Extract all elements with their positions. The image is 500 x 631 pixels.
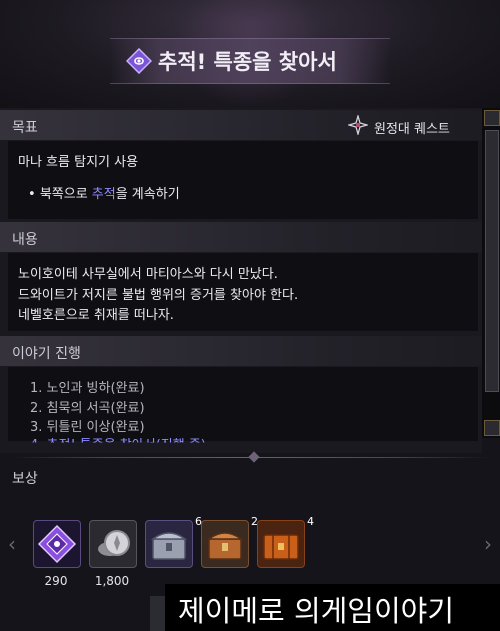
reward-slot[interactable]: 6 <box>145 515 202 568</box>
objective-heading: 목표 <box>12 120 38 136</box>
reward-count: 4 <box>307 515 314 528</box>
story-item: 2. 침묵의 서곡(완료) <box>30 401 145 416</box>
objective-sub-highlight: 추적 <box>91 187 116 202</box>
content-heading: 내용 <box>12 232 38 248</box>
objective-main: 마나 흐름 탐지기 사용 <box>18 155 139 170</box>
scrollbar[interactable] <box>482 108 500 438</box>
story-item: 3. 뒤틀린 이상(완료) <box>30 420 145 435</box>
objective-sub-prefix: 북쪽으로 <box>39 187 92 202</box>
quest-type-label: 원정대 퀘스트 <box>374 122 450 137</box>
content-line: 드와이트가 저지른 불법 행위의 증거를 찾아야 한다. <box>18 288 299 303</box>
rewards-heading: 보상 <box>12 471 38 487</box>
rewards-next-arrow[interactable]: › <box>484 532 492 556</box>
scroll-up-button[interactable] <box>484 110 500 126</box>
reward-slot[interactable] <box>89 520 137 568</box>
reward-value: 1,800 <box>94 574 130 588</box>
bullet: • <box>28 187 40 202</box>
reward-slot[interactable]: 4 <box>257 515 314 568</box>
content-section-header <box>0 222 482 252</box>
story-item: 1. 노인과 빙하(완료) <box>30 381 145 396</box>
quest-title: 추적! 특종을 찾아서 <box>158 50 337 74</box>
orange-chest-icon <box>263 534 299 560</box>
reward-slot[interactable] <box>33 520 81 568</box>
rewards-prev-arrow[interactable]: ‹ <box>8 532 16 556</box>
watermark-text: 제이메로 의게임이야기 <box>178 594 455 628</box>
objective-sub-suffix: 을 계속하기 <box>115 187 180 202</box>
reward-value: 290 <box>44 574 68 588</box>
scroll-thumb[interactable] <box>485 130 499 392</box>
bronze-chest-icon <box>206 532 244 560</box>
expedition-quest-icon <box>348 115 368 135</box>
content-line: 네벨호른으로 취재를 떠나자. <box>18 308 174 323</box>
silver-chest-icon <box>150 532 188 560</box>
quest-diamond-icon <box>126 48 152 74</box>
scroll-down-button[interactable] <box>484 420 500 436</box>
story-heading: 이야기 진행 <box>12 346 81 362</box>
divider-ornament <box>248 451 260 463</box>
content-line: 노이호이테 사무실에서 마티아스와 다시 만났다. <box>18 267 278 282</box>
silver-coin-icon <box>98 530 130 556</box>
reward-slot[interactable]: 2 <box>201 515 258 568</box>
purple-rune-icon <box>37 524 77 564</box>
objective-sub: • 북쪽으로 추적을 계속하기 <box>28 183 180 202</box>
